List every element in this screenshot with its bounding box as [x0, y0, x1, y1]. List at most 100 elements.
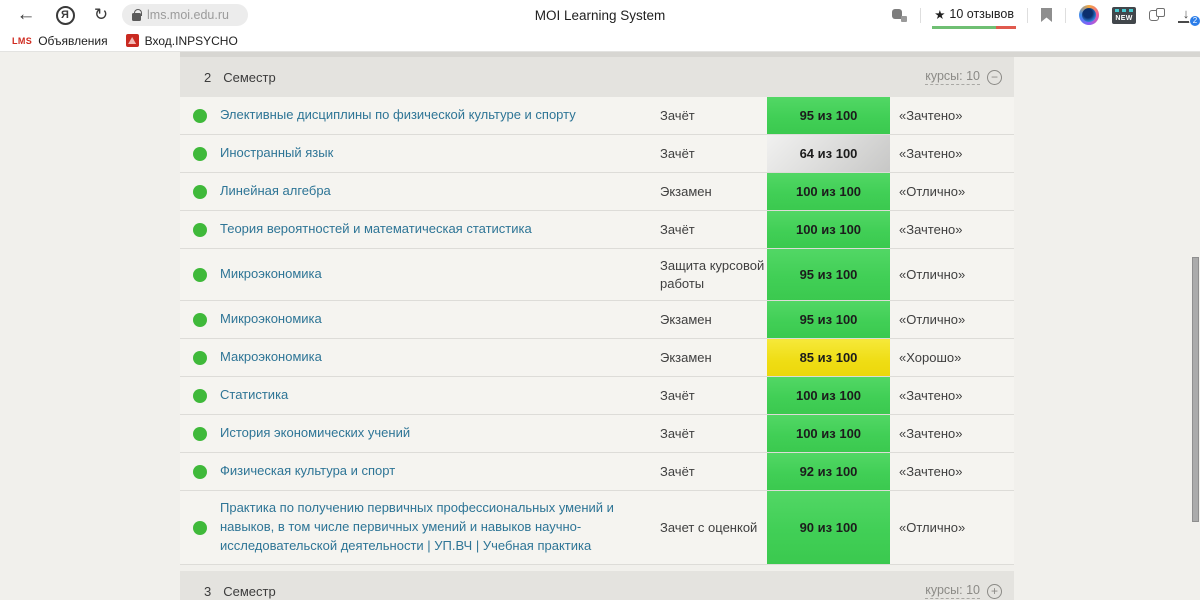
browser-toolbar: ← Я ↻ lms.moi.edu.ru MOI Learning System…: [0, 0, 1200, 30]
grade-text: «Зачтено»: [899, 426, 963, 441]
grade-text: «Зачтено»: [899, 388, 963, 403]
score-box: 100 из 100: [767, 377, 890, 414]
site-reviews-button[interactable]: ★ 10 отзывов: [932, 7, 1016, 29]
assessment-type: Экзамен: [660, 311, 712, 327]
bookmark-label: Вход.INPSYCHO: [144, 33, 238, 48]
courses-count-link[interactable]: курсы: 10: [925, 583, 980, 599]
yandex-logo-icon: Я: [55, 5, 75, 25]
grade-text: «Отлично»: [899, 520, 966, 535]
assessment-type: Зачёт: [660, 107, 695, 123]
tab-groups-icon[interactable]: [1149, 8, 1165, 22]
lms-favicon: LMS: [12, 35, 33, 46]
grade-text: «Зачтено»: [899, 222, 963, 237]
vertical-scrollbar[interactable]: [1192, 257, 1199, 522]
url-text: lms.moi.edu.ru: [147, 8, 229, 22]
status-bullet-icon: [193, 312, 207, 327]
reviews-label: 10 отзывов: [949, 7, 1014, 21]
grade-text: «Зачтено»: [899, 146, 963, 161]
bookmarks-bar: LMS Объявления Вход.INPSYCHO: [0, 30, 1200, 52]
download-count-badge: 2: [1189, 15, 1200, 27]
course-link[interactable]: Статистика: [220, 386, 288, 405]
score-box: 85 из 100: [767, 339, 890, 376]
downloads-icon[interactable]: ↓ 2: [1178, 7, 1200, 27]
bookmark-icon[interactable]: [1041, 8, 1052, 22]
lock-icon: [132, 9, 142, 21]
course-row: Линейная алгебра Экзамен 100 из 100 «Отл…: [180, 173, 1014, 211]
score-box: 95 из 100: [767, 249, 890, 300]
course-row: Физическая культура и спорт Зачёт 92 из …: [180, 453, 1014, 491]
status-bullet-icon: [193, 388, 207, 403]
status-bullet-icon: [193, 520, 207, 535]
course-link[interactable]: Линейная алгебра: [220, 182, 331, 201]
semester-number: 2: [204, 69, 212, 85]
score-box: 100 из 100: [767, 415, 890, 452]
back-button[interactable]: ←: [12, 0, 40, 30]
course-row: Элективные дисциплины по физической куль…: [180, 97, 1014, 135]
assessment-type: Зачёт: [660, 221, 695, 237]
course-row: Статистика Зачёт 100 из 100 «Зачтено»: [180, 377, 1014, 415]
extension-icon[interactable]: [1079, 5, 1099, 25]
course-link[interactable]: Теория вероятностей и математическая ста…: [220, 220, 532, 239]
course-row: Практика по получению первичных професси…: [180, 491, 1014, 565]
grades-panel: 2 Семестр курсы: 10 − Элективные дисципл…: [180, 57, 1014, 600]
collapse-semester-button[interactable]: −: [987, 69, 1002, 85]
course-link[interactable]: Микроэкономика: [220, 310, 322, 329]
assessment-type: Экзамен: [660, 349, 712, 365]
course-link[interactable]: Элективные дисциплины по физической куль…: [220, 106, 576, 125]
divider: [920, 7, 922, 23]
star-icon: ★: [934, 7, 946, 22]
page-content: 2 Семестр курсы: 10 − Элективные дисципл…: [0, 52, 1200, 600]
course-row: Макроэкономика Экзамен 85 из 100 «Хорошо…: [180, 339, 1014, 377]
inpsycho-favicon: [125, 34, 139, 47]
course-rows: Элективные дисциплины по физической куль…: [180, 97, 1014, 565]
status-bullet-icon: [193, 267, 207, 282]
yandex-home-button[interactable]: Я: [52, 0, 78, 30]
assessment-type: Зачёт: [660, 387, 695, 403]
score-box: 95 из 100: [767, 301, 890, 338]
address-bar[interactable]: lms.moi.edu.ru: [122, 4, 248, 26]
bookmark-item-announcements[interactable]: LMS Объявления: [8, 34, 112, 48]
bookmark-label: Объявления: [38, 33, 108, 48]
semester-2-header: 2 Семестр курсы: 10 −: [180, 57, 1014, 97]
status-bullet-icon: [193, 350, 207, 365]
course-link[interactable]: Практика по получению первичных професси…: [220, 499, 650, 556]
course-row: Микроэкономика Экзамен 95 из 100 «Отличн…: [180, 301, 1014, 339]
score-box: 92 из 100: [767, 453, 890, 490]
course-link[interactable]: Макроэкономика: [220, 348, 322, 367]
semester-3-header: 3 Семестр курсы: 10 +: [180, 571, 1014, 600]
score-box: 100 из 100: [767, 173, 890, 210]
course-row: Иностранный язык Зачёт 64 из 100 «Зачтен…: [180, 135, 1014, 173]
score-box: 90 из 100: [767, 491, 890, 564]
score-box: 100 из 100: [767, 211, 890, 248]
status-bullet-icon: [193, 184, 207, 199]
divider: [1065, 7, 1066, 23]
course-row: Теория вероятностей и математическая ста…: [180, 211, 1014, 249]
status-bullet-icon: [193, 222, 207, 237]
bookmark-item-inpsycho[interactable]: Вход.INPSYCHO: [122, 34, 242, 48]
course-link[interactable]: Физическая культура и спорт: [220, 462, 395, 481]
assessment-type: Зачёт: [660, 425, 695, 441]
semester-label: Семестр: [223, 583, 276, 599]
grade-text: «Отлично»: [899, 312, 966, 327]
status-bullet-icon: [193, 108, 207, 123]
course-link[interactable]: Иностранный язык: [220, 144, 333, 163]
page-title: MOI Learning System: [534, 7, 666, 23]
course-link[interactable]: История экономических учений: [220, 424, 410, 443]
new-tab-extension-icon[interactable]: NEW: [1112, 6, 1136, 24]
rating-bar: [932, 25, 1016, 29]
score-box: 95 из 100: [767, 97, 890, 134]
assessment-type: Зачёт: [660, 463, 695, 479]
expand-semester-button[interactable]: +: [987, 583, 1002, 599]
assessment-type: Зачёт: [660, 145, 695, 161]
toolbar-right-cluster: ★ 10 отзывов NEW ↓ 2: [892, 0, 1200, 30]
password-manager-icon[interactable]: [892, 8, 908, 22]
course-link[interactable]: Микроэкономика: [220, 265, 322, 284]
semester-label: Семестр: [223, 69, 276, 85]
courses-count-link[interactable]: курсы: 10: [925, 69, 980, 85]
reload-button[interactable]: ↻: [88, 0, 114, 30]
assessment-type: Зачет с оценкой: [660, 519, 758, 535]
divider: [1027, 7, 1028, 23]
grade-text: «Хорошо»: [899, 350, 962, 365]
status-bullet-icon: [193, 146, 207, 161]
grade-text: «Зачтено»: [899, 108, 963, 123]
